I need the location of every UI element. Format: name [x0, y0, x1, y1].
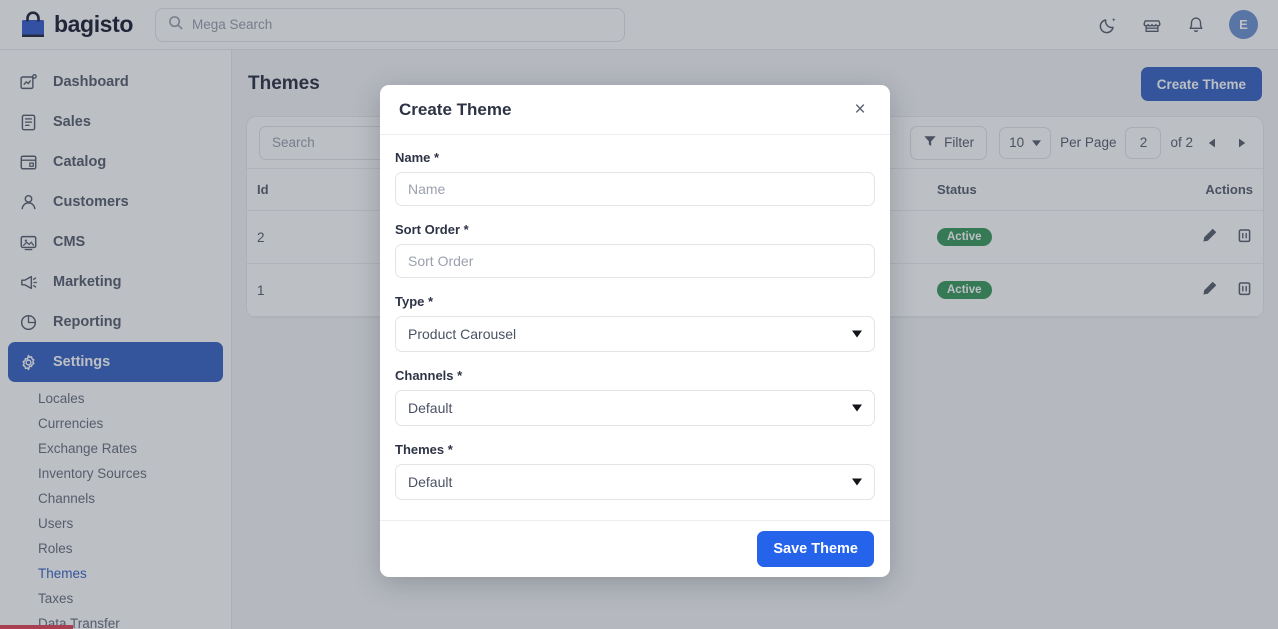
field-sort-order: Sort Order *	[395, 222, 875, 278]
channels-select-value: Default	[408, 400, 452, 416]
modal-body: Name * Sort Order * Type * Product Carou…	[380, 135, 890, 520]
channels-select[interactable]: Default	[395, 390, 875, 426]
field-label-sort-order: Sort Order *	[395, 222, 875, 237]
type-select-value: Product Carousel	[408, 326, 516, 342]
close-icon[interactable]: ×	[849, 99, 871, 121]
name-input[interactable]	[395, 172, 875, 206]
field-type: Type * Product Carousel	[395, 294, 875, 352]
field-label-themes: Themes *	[395, 442, 875, 457]
type-select[interactable]: Product Carousel	[395, 316, 875, 352]
chevron-down-icon	[852, 405, 862, 412]
field-label-name: Name *	[395, 150, 875, 165]
field-label-channels: Channels *	[395, 368, 875, 383]
modal-title: Create Theme	[399, 100, 511, 120]
sort-order-input[interactable]	[395, 244, 875, 278]
field-name: Name *	[395, 150, 875, 206]
themes-select[interactable]: Default	[395, 464, 875, 500]
field-themes: Themes * Default	[395, 442, 875, 500]
chevron-down-icon	[852, 331, 862, 338]
modal-footer: Save Theme	[380, 520, 890, 577]
field-channels: Channels * Default	[395, 368, 875, 426]
modal-header: Create Theme ×	[380, 85, 890, 135]
themes-select-value: Default	[408, 474, 452, 490]
field-label-type: Type *	[395, 294, 875, 309]
save-theme-button[interactable]: Save Theme	[757, 531, 874, 567]
chevron-down-icon	[852, 479, 862, 486]
create-theme-modal: Create Theme × Name * Sort Order * Type …	[380, 85, 890, 577]
